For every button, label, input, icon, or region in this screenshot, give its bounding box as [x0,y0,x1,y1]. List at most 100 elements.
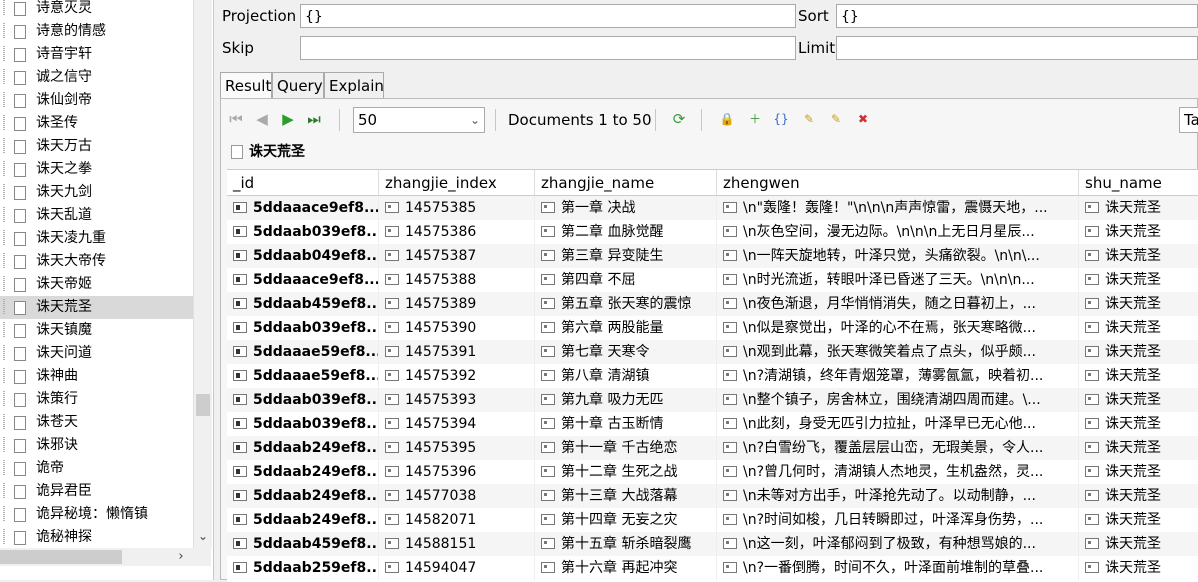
cell-shu-name[interactable]: 诛天荒圣 [1079,484,1198,508]
cell-zhengwen[interactable]: \n此刻，身受无匹引力拉扯，叶泽早已无心他... [717,412,1079,436]
table-row[interactable]: 5ddaab459ef8... 14588151 第十五章 斩杀暗裂鹰 \n这一刻，叶… [227,532,1198,556]
cell-zhangjie-name[interactable]: 第十一章 千古绝恋 [535,436,717,460]
cell-zhangjie-index[interactable]: 14575385 [379,196,535,220]
table-row[interactable]: 5ddaaae59ef8... 14575391 第七章 天寒令 \n观到此幕，张天寒… [227,340,1198,364]
cell-zhangjie-name[interactable]: 第十六章 再起冲突 [535,556,717,580]
cell-zhangjie-name[interactable]: 第八章 清湖镇 [535,364,717,388]
cell-zhangjie-name[interactable]: 第九章 吸力无匹 [535,388,717,412]
table-row[interactable]: 5ddaab049ef8... 14575387 第三章 异变陡生 \n一阵天旋地转，… [227,244,1198,268]
cell-zhangjie-name[interactable]: 第四章 不屈 [535,268,717,292]
tree-item[interactable]: 诛天荒圣 [0,296,196,319]
cell-shu-name[interactable]: 诛天荒圣 [1079,316,1198,340]
cell-zhangjie-name[interactable]: 第十二章 生死之战 [535,460,717,484]
cell-zhengwen[interactable]: \n夜色渐退，月华悄悄消失，随之日暮初上，... [717,292,1079,316]
table-row[interactable]: 5ddaab039ef8... 14575386 第二章 血脉觉醒 \n灰色空间，漫无… [227,220,1198,244]
prev-page-icon[interactable]: ◀ [253,109,271,129]
table-row[interactable]: 5ddaab039ef8... 14575394 第十章 古玉断情 \n此刻，身受无匹… [227,412,1198,436]
cell-zhangjie-index[interactable]: 14575390 [379,316,535,340]
cell-zhengwen[interactable]: \n未等对方出手，叶泽抢先动了。以动制静，... [717,484,1079,508]
cell-shu-name[interactable]: 诛天荒圣 [1079,460,1198,484]
tree-item[interactable]: 诛神曲 [0,365,196,388]
cell-zhangjie-index[interactable]: 14575389 [379,292,535,316]
cell-id[interactable]: 5ddaab459ef8... [227,532,379,556]
column-header-shu-name[interactable]: shu_name [1079,170,1198,196]
tree-hscroll-thumb[interactable] [0,550,122,564]
cell-id[interactable]: 5ddaab049ef8... [227,244,379,268]
tree-item[interactable]: 诗意的情感 [0,20,196,43]
cell-zhangjie-name[interactable]: 第七章 天寒令 [535,340,717,364]
lock-icon[interactable]: 🔒 [719,110,735,128]
cell-zhangjie-name[interactable]: 第一章 决战 [535,196,717,220]
tree-item[interactable]: 诗意灭灵 [0,0,196,20]
tree-item[interactable]: 诚之信守 [0,66,196,89]
cell-id[interactable]: 5ddaab039ef8... [227,412,379,436]
projection-input[interactable]: {} [300,4,796,28]
next-page-icon[interactable]: ▶ [279,109,297,129]
cell-id[interactable]: 5ddaab039ef8... [227,220,379,244]
edit-documents-icon[interactable]: ✎ [828,110,844,128]
cell-id[interactable]: 5ddaaae59ef8... [227,364,379,388]
cell-zhangjie-index[interactable]: 14575394 [379,412,535,436]
cell-zhengwen[interactable]: \n?一番倒腾，时间不久，叶泽面前堆制的草叠... [717,556,1079,580]
cell-shu-name[interactable]: 诛天荒圣 [1079,436,1198,460]
tree-item[interactable]: 诛天乱道 [0,204,196,227]
tree-item[interactable]: 诛天九剑 [0,181,196,204]
cell-zhengwen[interactable]: \n时光流逝，转眼叶泽已昏迷了三天。\n\n\n... [717,268,1079,292]
tab-explain[interactable]: Explain [324,72,384,98]
table-view-toggle[interactable]: Ta [1179,107,1198,133]
cell-zhangjie-index[interactable]: 14575391 [379,340,535,364]
cell-zhengwen[interactable]: \n似是察觉出，叶泽的心不在焉，张天寒略微... [717,316,1079,340]
cell-zhangjie-name[interactable]: 第五章 张天寒的震惊 [535,292,717,316]
table-row[interactable]: 5ddaaace9ef8... 14575385 第一章 决战 \n"轰隆！轰隆！"\… [227,196,1198,220]
view-document-icon[interactable]: {} [773,110,789,128]
cell-zhangjie-index[interactable]: 14575387 [379,244,535,268]
table-row[interactable]: 5ddaab259ef8... 14594047 第十六章 再起冲突 \n?一番倒腾，… [227,556,1198,580]
cell-id[interactable]: 5ddaab259ef8... [227,556,379,580]
scroll-right-icon[interactable]: › [172,548,190,566]
cell-zhangjie-index[interactable]: 14575393 [379,388,535,412]
limit-input[interactable] [836,36,1198,60]
cell-id[interactable]: 5ddaab249ef8... [227,436,379,460]
cell-zhangjie-index[interactable]: 14575395 [379,436,535,460]
cell-shu-name[interactable]: 诛天荒圣 [1079,556,1198,580]
cell-zhangjie-name[interactable]: 第十三章 大战落幕 [535,484,717,508]
cell-shu-name[interactable]: 诛天荒圣 [1079,292,1198,316]
table-row[interactable]: 5ddaab249ef8... 14575396 第十二章 生死之战 \n?曾几何时，… [227,460,1198,484]
tree-item[interactable]: 诡秘神探 [0,526,196,549]
cell-shu-name[interactable]: 诛天荒圣 [1079,532,1198,556]
cell-zhengwen[interactable]: \n"轰隆！轰隆！"\n\n\n声声惊雷，震慑天地，... [717,196,1079,220]
table-row[interactable]: 5ddaaae59ef8... 14575392 第八章 清湖镇 \n?清湖镇，终年青… [227,364,1198,388]
cell-zhangjie-index[interactable]: 14575386 [379,220,535,244]
cell-zhangjie-name[interactable]: 第十五章 斩杀暗裂鹰 [535,532,717,556]
table-row[interactable]: 5ddaab249ef8... 14577038 第十三章 大战落幕 \n未等对方出手… [227,484,1198,508]
cell-zhangjie-index[interactable]: 14594047 [379,556,535,580]
tree-item[interactable]: 诛天大帝传 [0,250,196,273]
cell-zhangjie-name[interactable]: 第六章 两股能量 [535,316,717,340]
tree-item[interactable]: 诛策行 [0,388,196,411]
tree-item[interactable]: 诛天镇魔 [0,319,196,342]
column-header-zhangjie-index[interactable]: zhangjie_index [379,170,535,196]
last-page-icon[interactable]: ⏭ [305,109,323,129]
column-header-id[interactable]: _id [227,170,379,196]
tree-item[interactable]: 诡异君臣 [0,480,196,503]
tree-item[interactable]: 诛天万古 [0,135,196,158]
cell-id[interactable]: 5ddaaace9ef8... [227,196,379,220]
cell-id[interactable]: 5ddaab039ef8... [227,316,379,340]
cell-shu-name[interactable]: 诛天荒圣 [1079,244,1198,268]
tree-item[interactable]: 诛邪诀 [0,434,196,457]
cell-zhengwen[interactable]: \n观到此幕，张天寒微笑着点了点头，似乎颇... [717,340,1079,364]
cell-shu-name[interactable]: 诛天荒圣 [1079,412,1198,436]
tab-query[interactable]: Query [272,72,324,98]
cell-zhengwen[interactable]: \n?时间如梭，几日转瞬即过，叶泽浑身伤势，... [717,508,1079,532]
cell-id[interactable]: 5ddaab039ef8... [227,388,379,412]
tree-item[interactable]: 诛圣传 [0,112,196,135]
table-row[interactable]: 5ddaab249ef8... 14582071 第十四章 无妄之灾 \n?时间如梭，… [227,508,1198,532]
page-size-select[interactable]: 50 ⌄ [353,107,485,133]
cell-shu-name[interactable]: 诛天荒圣 [1079,220,1198,244]
cell-zhangjie-index[interactable]: 14582071 [379,508,535,532]
tree-item[interactable]: 诡异秘境：懒惰镇 [0,503,196,526]
tree-item[interactable]: 诛天之拳 [0,158,196,181]
cell-id[interactable]: 5ddaaae59ef8... [227,340,379,364]
cell-shu-name[interactable]: 诛天荒圣 [1079,340,1198,364]
cell-id[interactable]: 5ddaab249ef8... [227,484,379,508]
